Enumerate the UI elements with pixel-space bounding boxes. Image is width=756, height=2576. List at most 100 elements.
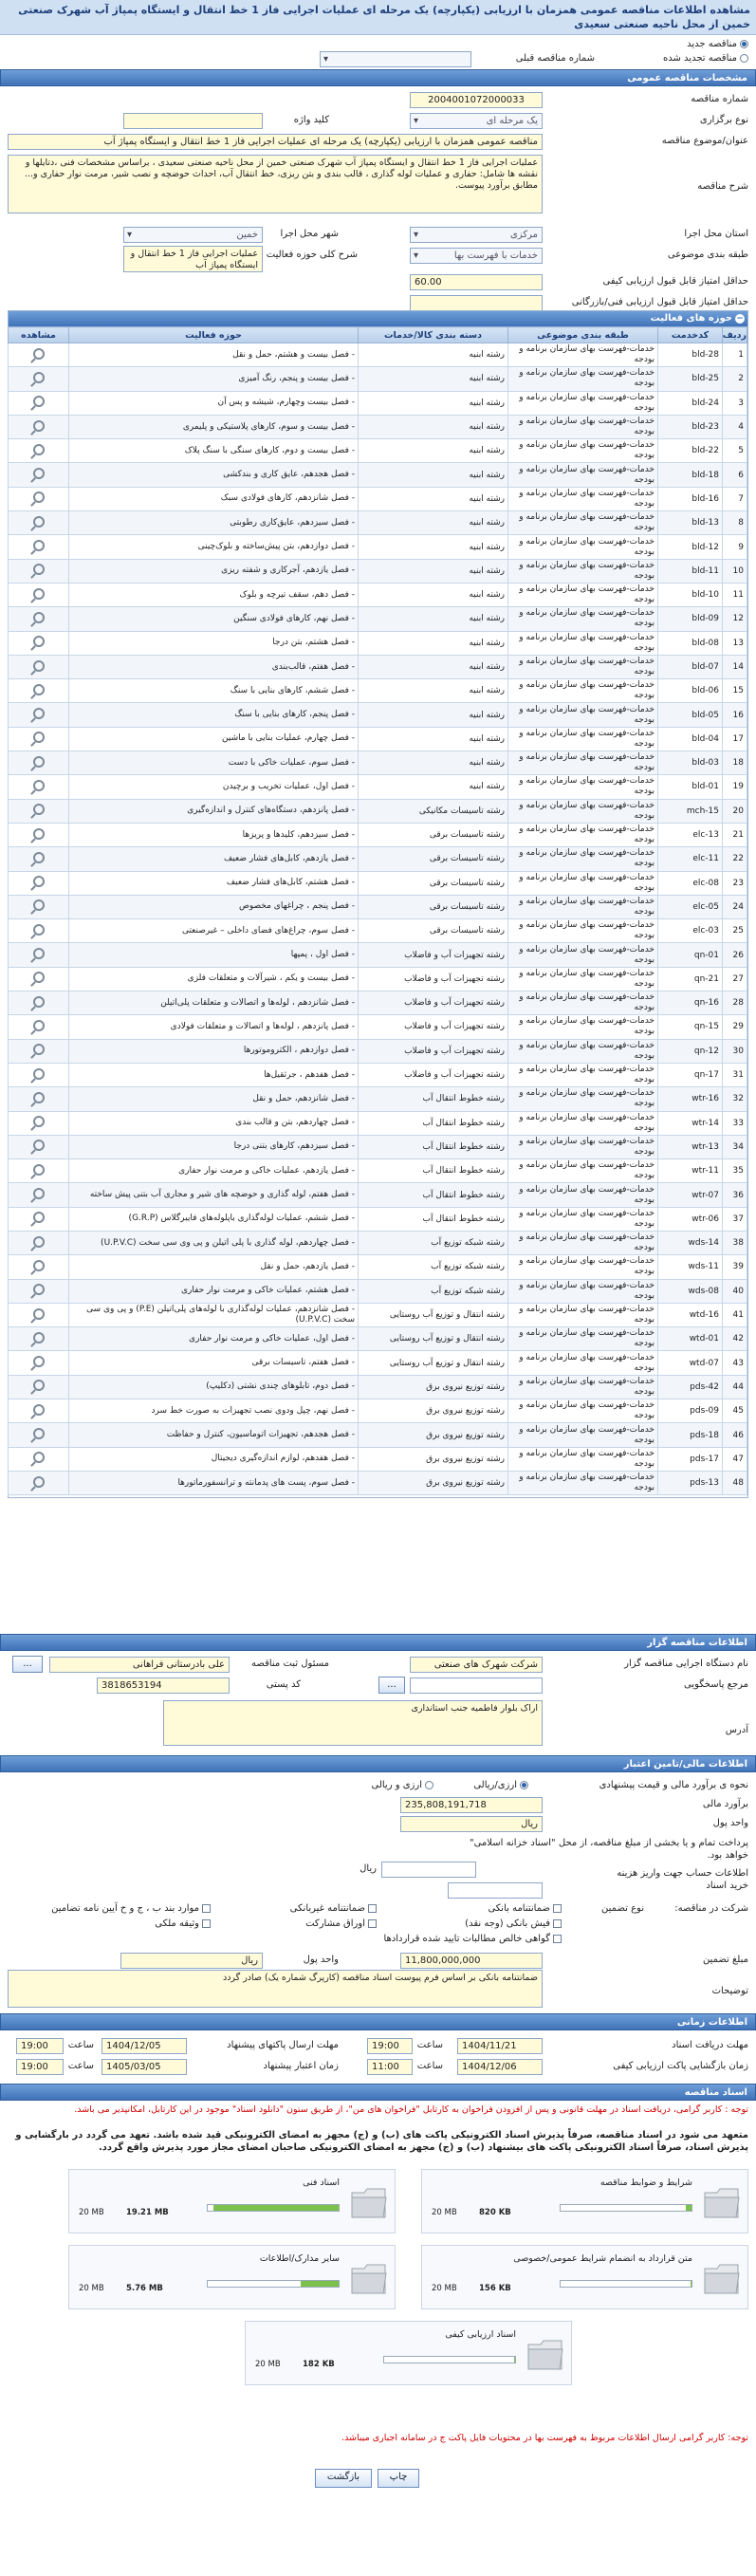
magnifier-icon[interactable] <box>32 683 45 695</box>
new-tender-option[interactable]: مناقصه جدید <box>687 39 748 49</box>
keyword-field[interactable] <box>123 113 263 129</box>
magnifier-icon[interactable] <box>32 1116 45 1128</box>
checkbox-icon[interactable] <box>553 1918 562 1928</box>
view-cell[interactable] <box>8 991 69 1016</box>
view-cell[interactable] <box>8 966 69 992</box>
checkbox-icon[interactable] <box>553 1934 562 1943</box>
magnifier-icon[interactable] <box>32 827 45 840</box>
magnifier-icon[interactable] <box>32 1163 45 1176</box>
magnifier-icon[interactable] <box>32 443 45 455</box>
column-header[interactable]: دسته بندی کالا/خدمات <box>358 326 508 343</box>
previous-no-select[interactable] <box>320 51 471 67</box>
view-cell[interactable] <box>8 462 69 488</box>
view-cell[interactable] <box>8 846 69 872</box>
magnifier-icon[interactable] <box>32 1067 45 1080</box>
magnifier-icon[interactable] <box>32 1019 45 1031</box>
view-cell[interactable] <box>8 654 69 680</box>
magnifier-icon[interactable] <box>32 1140 45 1152</box>
magnifier-icon[interactable] <box>32 708 45 720</box>
magnifier-icon[interactable] <box>32 1428 45 1439</box>
view-cell[interactable] <box>8 1110 69 1136</box>
checkbox-icon[interactable] <box>553 1903 562 1913</box>
doc-file-box[interactable]: اسناد فنی 19.21 MB 20 MB <box>68 2169 396 2233</box>
guarantee-opt-2[interactable]: موارد بند ب ، ج و ح آیین نامه تضامین <box>51 1903 211 1914</box>
magnifier-icon[interactable] <box>32 515 45 528</box>
guarantee-opt-5[interactable]: وثیقه ملکی <box>155 1918 211 1929</box>
guarantee-opt-4[interactable]: اوراق مشارکت <box>305 1918 377 1929</box>
collapse-icon[interactable]: − <box>735 314 745 324</box>
view-cell[interactable] <box>8 942 69 968</box>
view-cell[interactable] <box>8 438 69 464</box>
magnifier-icon[interactable] <box>32 419 45 432</box>
view-cell[interactable] <box>8 1230 69 1256</box>
category-select[interactable]: خدمات با فهرست بها <box>410 248 543 264</box>
view-cell[interactable] <box>8 1470 69 1496</box>
view-cell[interactable] <box>8 678 69 704</box>
view-cell[interactable] <box>8 1302 69 1328</box>
folder-icon[interactable] <box>349 2257 389 2299</box>
magnifier-icon[interactable] <box>32 1044 45 1056</box>
radio-icon[interactable] <box>740 39 748 48</box>
city-select[interactable]: خمین <box>123 227 263 243</box>
checkbox-icon[interactable] <box>202 1903 211 1913</box>
magnifier-icon[interactable] <box>32 587 45 600</box>
view-cell[interactable] <box>8 1014 69 1040</box>
view-cell[interactable] <box>8 534 69 560</box>
magnifier-icon[interactable] <box>32 1284 45 1296</box>
column-header[interactable]: مشاهده <box>8 326 69 343</box>
view-cell[interactable] <box>8 822 69 848</box>
print-button[interactable]: چاپ <box>378 2469 419 2488</box>
view-cell[interactable] <box>8 1399 69 1424</box>
view-cell[interactable] <box>8 630 69 656</box>
view-cell[interactable] <box>8 702 69 728</box>
magnifier-icon[interactable] <box>32 995 45 1008</box>
view-cell[interactable] <box>8 1038 69 1064</box>
ref-lookup-button[interactable]: ... <box>378 1677 405 1694</box>
column-header[interactable]: حوزه فعالیت <box>68 326 359 343</box>
view-cell[interactable] <box>8 342 69 368</box>
magnifier-icon[interactable] <box>32 851 45 863</box>
checkbox-icon[interactable] <box>202 1918 211 1928</box>
view-cell[interactable] <box>8 1158 69 1184</box>
guarantee-opt-3[interactable]: فیش بانکی (وجه نقد) <box>465 1918 562 1929</box>
guarantee-opt-1[interactable]: ضمانتنامه غیربانکی <box>290 1903 377 1914</box>
view-cell[interactable] <box>8 510 69 536</box>
magnifier-icon[interactable] <box>32 755 45 768</box>
view-cell[interactable] <box>8 1374 69 1400</box>
view-cell[interactable] <box>8 1422 69 1448</box>
magnifier-icon[interactable] <box>32 876 45 888</box>
view-cell[interactable] <box>8 1446 69 1472</box>
view-cell[interactable] <box>8 414 69 440</box>
magnifier-icon[interactable] <box>32 1235 45 1248</box>
magnifier-icon[interactable] <box>32 1259 45 1271</box>
view-cell[interactable] <box>8 1278 69 1304</box>
magnifier-icon[interactable] <box>32 732 45 744</box>
view-cell[interactable] <box>8 894 69 920</box>
magnifier-icon[interactable] <box>32 899 45 912</box>
view-cell[interactable] <box>8 1350 69 1376</box>
magnifier-icon[interactable] <box>32 659 45 672</box>
column-header[interactable]: کدخدمت <box>657 326 723 343</box>
type-select[interactable]: یک مرحله ای <box>410 113 543 129</box>
view-cell[interactable] <box>8 726 69 752</box>
folder-icon[interactable] <box>702 2257 742 2299</box>
view-cell[interactable] <box>8 870 69 896</box>
magnifier-icon[interactable] <box>32 491 45 504</box>
folder-icon[interactable] <box>526 2333 565 2375</box>
checkbox-icon[interactable] <box>368 1903 377 1913</box>
magnifier-icon[interactable] <box>32 1188 45 1200</box>
magnifier-icon[interactable] <box>32 1307 45 1320</box>
magnifier-icon[interactable] <box>32 1403 45 1416</box>
view-cell[interactable] <box>8 1254 69 1280</box>
magnifier-icon[interactable] <box>32 1475 45 1488</box>
magnifier-icon[interactable] <box>32 468 45 480</box>
magnifier-icon[interactable] <box>32 347 45 360</box>
view-cell[interactable] <box>8 751 69 776</box>
folder-icon[interactable] <box>349 2181 389 2223</box>
view-cell[interactable] <box>8 366 69 392</box>
checkbox-icon[interactable] <box>368 1918 377 1928</box>
radio-icon[interactable] <box>520 1780 528 1789</box>
view-cell[interactable] <box>8 486 69 512</box>
doc-file-box[interactable]: اسناد ارزیابی کیفی 182 KB 20 MB <box>245 2321 572 2385</box>
view-cell[interactable] <box>8 582 69 608</box>
